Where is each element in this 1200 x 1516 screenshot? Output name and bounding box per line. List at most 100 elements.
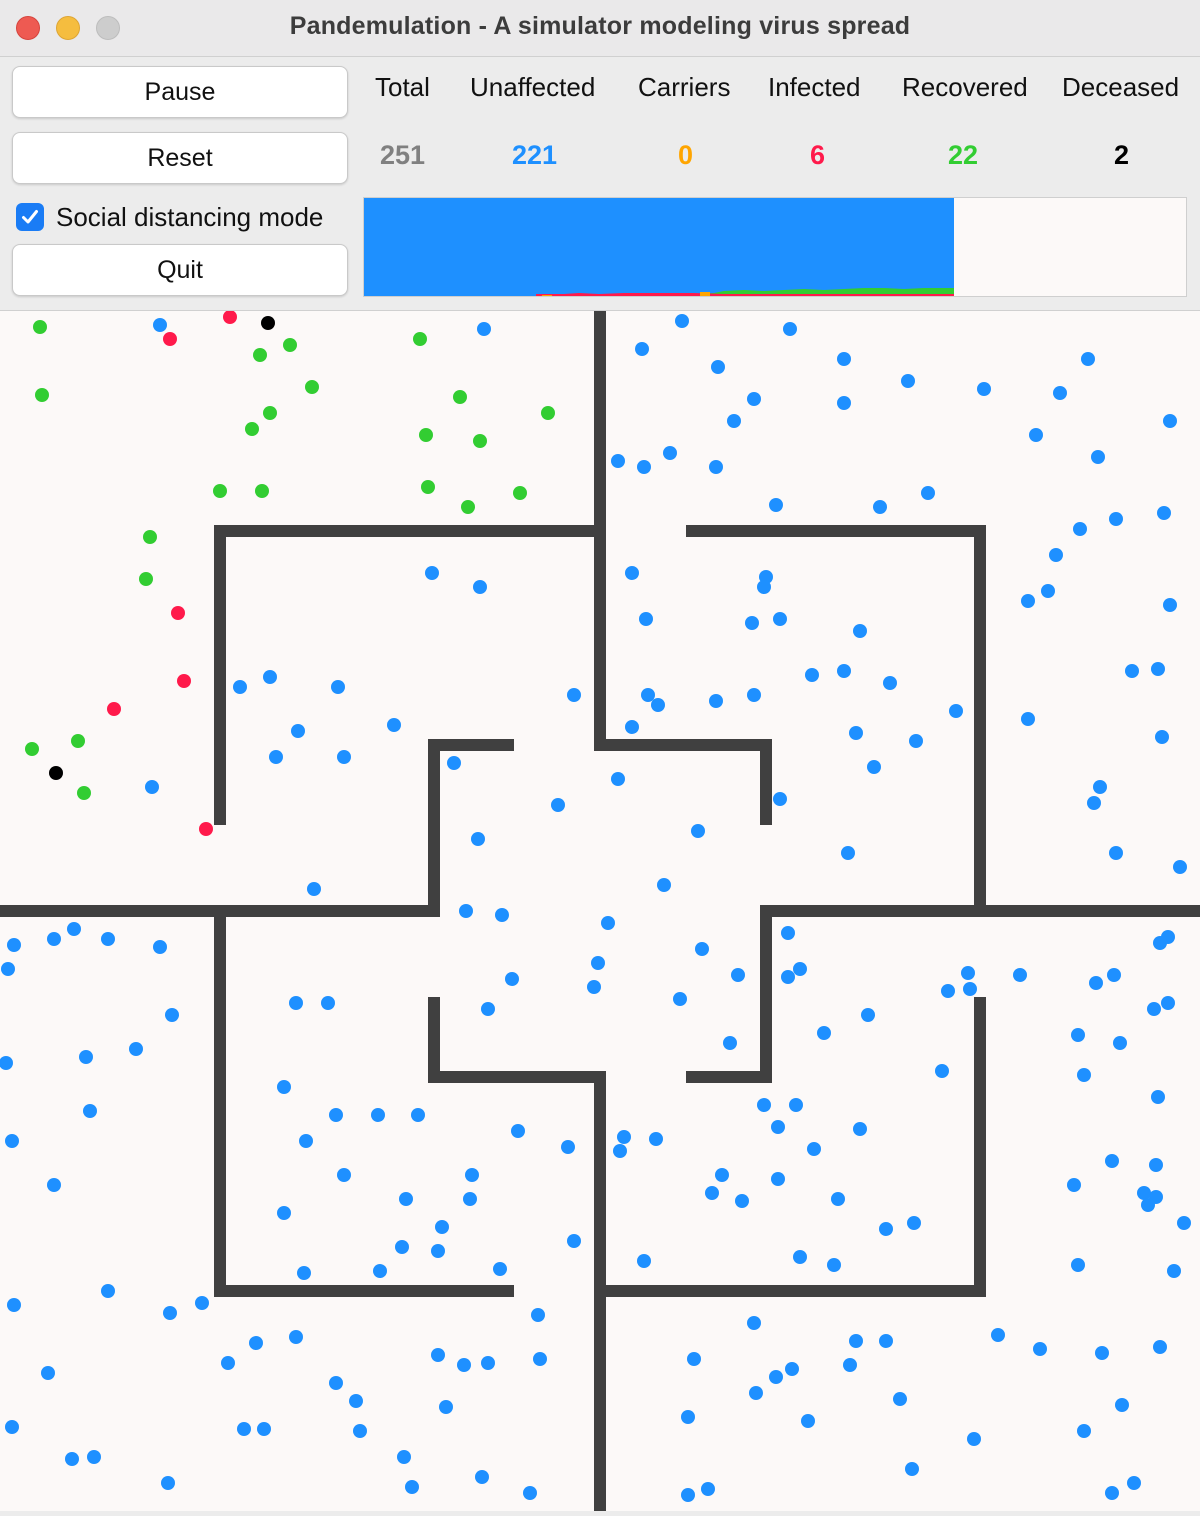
social-distancing-checkbox[interactable]: [16, 203, 44, 231]
stat-value-infected: 6: [810, 140, 826, 170]
checkmark-icon: [22, 210, 38, 224]
person-unaffected: [425, 566, 439, 580]
person-unaffected: [1157, 506, 1171, 520]
person-unaffected: [827, 1258, 841, 1272]
person-unaffected: [331, 680, 345, 694]
person-unaffected: [747, 392, 761, 406]
person-unaffected: [475, 1470, 489, 1484]
stat-value-unaffected: 221: [512, 140, 558, 170]
graph-unaffected-area: [364, 198, 954, 296]
person-unaffected: [681, 1488, 695, 1502]
person-unaffected: [277, 1206, 291, 1220]
stat-label-unaffected: Unaffected: [470, 72, 596, 102]
person-unaffected: [411, 1108, 425, 1122]
graph-deceased-area: [704, 296, 710, 297]
reset-button[interactable]: Reset: [12, 132, 348, 184]
person-unaffected: [861, 1008, 875, 1022]
person-unaffected: [853, 1122, 867, 1136]
person-unaffected: [321, 996, 335, 1010]
person-unaffected: [349, 1394, 363, 1408]
person-recovered: [541, 406, 555, 420]
person-recovered: [305, 380, 319, 394]
person-unaffected: [771, 1172, 785, 1186]
person-unaffected: [1041, 584, 1055, 598]
person-unaffected: [1177, 1216, 1191, 1230]
pause-button[interactable]: Pause: [12, 66, 348, 118]
person-unaffected: [587, 980, 601, 994]
person-unaffected: [0, 1056, 13, 1070]
person-unaffected: [617, 1130, 631, 1144]
person-infected: [163, 332, 177, 346]
person-unaffected: [687, 1352, 701, 1366]
person-unaffected: [663, 446, 677, 460]
person-unaffected: [747, 688, 761, 702]
person-unaffected: [1167, 1264, 1181, 1278]
stat-label-deceased: Deceased: [1062, 72, 1180, 102]
social-distancing-label: Social distancing mode: [56, 201, 324, 232]
person-unaffected: [249, 1336, 263, 1350]
person-unaffected: [1095, 1346, 1109, 1360]
person-unaffected: [785, 1362, 799, 1376]
person-unaffected: [1, 962, 15, 976]
person-unaffected: [329, 1108, 343, 1122]
person-unaffected: [601, 916, 615, 930]
person-unaffected: [921, 486, 935, 500]
person-unaffected: [7, 1298, 21, 1312]
person-unaffected: [101, 1284, 115, 1298]
simulation-arena[interactable]: [0, 310, 1200, 1511]
person-recovered: [513, 486, 527, 500]
person-unaffected: [801, 1414, 815, 1428]
person-unaffected: [611, 454, 625, 468]
person-unaffected: [977, 382, 991, 396]
person-unaffected: [691, 824, 705, 838]
person-unaffected: [481, 1356, 495, 1370]
person-unaffected: [769, 1370, 783, 1384]
person-unaffected: [1021, 594, 1035, 608]
person-unaffected: [817, 1026, 831, 1040]
person-recovered: [35, 388, 49, 402]
person-unaffected: [7, 938, 21, 952]
stat-label-carriers: Carriers: [638, 72, 731, 102]
person-recovered: [139, 572, 153, 586]
person-unaffected: [1173, 860, 1187, 874]
person-recovered: [413, 332, 427, 346]
person-unaffected: [769, 498, 783, 512]
person-recovered: [453, 390, 467, 404]
person-unaffected: [101, 932, 115, 946]
person-unaffected: [129, 1042, 143, 1056]
simulation-canvas: [0, 310, 1200, 1511]
social-distancing-toggle[interactable]: Social distancing mode: [16, 200, 323, 234]
person-unaffected: [757, 1098, 771, 1112]
person-recovered: [473, 434, 487, 448]
person-unaffected: [1151, 662, 1165, 676]
person-unaffected: [793, 962, 807, 976]
person-unaffected: [657, 878, 671, 892]
person-recovered: [213, 484, 227, 498]
person-unaffected: [1067, 1178, 1081, 1192]
person-unaffected: [731, 968, 745, 982]
person-unaffected: [163, 1306, 177, 1320]
person-unaffected: [551, 798, 565, 812]
person-unaffected: [935, 1064, 949, 1078]
person-unaffected: [531, 1308, 545, 1322]
person-unaffected: [1161, 996, 1175, 1010]
person-unaffected: [849, 1334, 863, 1348]
person-unaffected: [625, 720, 639, 734]
person-unaffected: [853, 624, 867, 638]
person-unaffected: [837, 396, 851, 410]
person-unaffected: [709, 694, 723, 708]
person-unaffected: [1109, 846, 1123, 860]
person-unaffected: [613, 1144, 627, 1158]
person-unaffected: [1021, 712, 1035, 726]
person-unaffected: [371, 1108, 385, 1122]
person-unaffected: [843, 1358, 857, 1372]
person-unaffected: [561, 1140, 575, 1154]
stat-label-recovered: Recovered: [902, 72, 1028, 102]
person-unaffected: [1053, 386, 1067, 400]
person-unaffected: [805, 668, 819, 682]
person-unaffected: [1153, 1340, 1167, 1354]
person-unaffected: [879, 1222, 893, 1236]
person-unaffected: [1093, 780, 1107, 794]
quit-button[interactable]: Quit: [12, 244, 348, 296]
person-unaffected: [289, 1330, 303, 1344]
